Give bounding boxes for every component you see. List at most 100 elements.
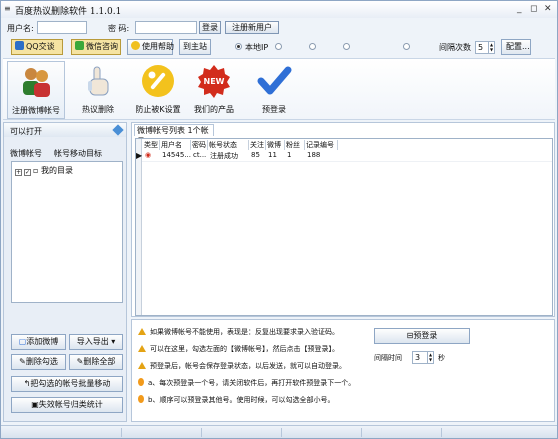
bulb-icon <box>131 41 140 50</box>
close-icon[interactable]: ✕ <box>544 4 552 14</box>
eraser-icon: ✎ <box>19 357 26 366</box>
col-header-username[interactable]: 用户名 <box>160 140 191 150</box>
account-sidebar: 可以打开 微博帐号 帐号移动目标 + ✓ ▫ 我的目录 ▢添加微博 导入导出 ▾ ✎… <box>3 122 127 422</box>
help-label: 使用帮助 <box>142 42 174 51</box>
ribbon-prelogin-label: 预登录 <box>262 105 286 114</box>
radio-option-5[interactable] <box>403 43 410 50</box>
col-header-weibo[interactable]: 微博 <box>266 140 285 150</box>
ribbon-pre-login[interactable]: 预登录 <box>245 61 303 119</box>
radio-option-4[interactable] <box>343 43 350 50</box>
radio-option-3[interactable] <box>309 43 316 50</box>
toolbar: QQ交谈 微信咨询 使用帮助 到主站 本地IP 间隔次数 5 ▲ ▼ 配置... <box>3 37 555 57</box>
tree-checkbox[interactable]: ✓ <box>24 169 31 176</box>
ribbon-anti-k-settings[interactable]: 防止被K设置 <box>129 61 187 119</box>
tip-line-5: b、顺序可以预登录其他号。使用时候，可以勾选全部小号。 <box>138 395 334 405</box>
radio-local-ip[interactable] <box>235 43 242 50</box>
username-input[interactable] <box>37 21 87 34</box>
col-header-type[interactable]: 类型 <box>143 140 160 150</box>
spinner-arrows-icon[interactable]: ▲ ▼ <box>488 42 494 53</box>
password-input[interactable] <box>135 21 197 34</box>
tip-line-3: 预登录后，帐号会保存登录状态，以后发送，就可以自动登录。 <box>138 361 346 371</box>
username-label: 用户名: <box>7 24 34 33</box>
add-weibo-label: 添加微博 <box>26 337 59 346</box>
ribbon-our-products[interactable]: NEW 我们的产品 <box>185 61 243 119</box>
flame-icon <box>138 378 144 386</box>
title-bar: ≡ 百度热议删除软件 1.1.0.1 _ ◻ ✕ <box>1 1 557 18</box>
invalid-stats-button[interactable]: ▣失效帐号归类统计 <box>11 397 123 413</box>
app-menu-icon[interactable]: ≡ <box>4 4 11 13</box>
warning-icon <box>138 362 146 369</box>
config-button[interactable]: 配置... <box>501 39 531 55</box>
col-header-record-no[interactable]: 记录编号 <box>305 140 338 150</box>
status-segment <box>281 428 282 437</box>
main-site-label: 到主站 <box>183 42 207 51</box>
col-header-follow[interactable]: 关注 <box>249 140 266 150</box>
col-header-fans[interactable]: 粉丝 <box>285 140 305 150</box>
interval-time-unit: 秒 <box>438 354 445 362</box>
radio-option-2[interactable] <box>275 43 282 50</box>
tip-text-4: a、每次预登录一个号，请关闭软件后，再打开软件预登录下一个。 <box>148 379 356 387</box>
help-button[interactable]: 使用帮助 <box>127 39 174 55</box>
add-weibo-button[interactable]: ▢添加微博 <box>11 334 66 350</box>
cell-follow: 85 <box>251 151 260 159</box>
row-divider <box>142 161 552 162</box>
delete-all-label: 删除全部 <box>83 357 116 366</box>
interval-count-spinner[interactable]: 5 ▲ ▼ <box>475 41 495 54</box>
wechat-icon <box>75 41 84 50</box>
ribbon-anti-k-label: 防止被K设置 <box>135 105 181 114</box>
status-segment <box>361 428 362 437</box>
prelogin-button[interactable]: ⊟预登录 <box>374 328 470 344</box>
tree-node-my-directory[interactable]: + ✓ ▫ 我的目录 <box>15 165 73 176</box>
maximize-icon[interactable]: ◻ <box>530 4 537 14</box>
import-export-label: 导入导出 <box>76 337 109 346</box>
ribbon-register-accounts[interactable]: 注册微博帐号 <box>7 61 65 119</box>
login-button[interactable]: 登录 <box>199 21 221 34</box>
expand-icon[interactable]: + <box>15 169 22 176</box>
radio-local-ip-label: 本地IP <box>245 43 269 52</box>
qq-chat-label: QQ交谈 <box>26 42 55 51</box>
minimize-icon[interactable]: _ <box>517 4 522 14</box>
chevron-down-icon: ▾ <box>111 337 116 346</box>
account-grid: ▶ 类型 用户名 密码 帐号状态 关注 微博 粉丝 记录编号 ◉ 14545..… <box>135 138 553 316</box>
interval-time-spinner[interactable]: 3 ▲ ▼ <box>412 351 434 364</box>
tab-weibo-accounts[interactable]: 微博帐号 <box>10 148 42 159</box>
qq-icon <box>15 41 24 50</box>
window-title: 百度热议删除软件 1.1.0.1 <box>15 7 122 17</box>
weibo-type-icon: ◉ <box>145 151 152 159</box>
tip-text-1: 如果微博帐号不能使用，表现是：反复出现要求录入验证码。 <box>150 328 339 336</box>
spinner-arrows-icon[interactable]: ▲ ▼ <box>427 352 433 363</box>
tip-line-4: a、每次预登录一个号，请关闭软件后，再打开软件预登录下一个。 <box>138 378 355 388</box>
tab-account-list[interactable]: 微博帐号列表 1个帐号 <box>134 124 214 146</box>
ribbon-delete-label: 热议删除 <box>82 105 114 114</box>
users-icon <box>18 64 54 100</box>
wrench-icon <box>140 63 176 99</box>
register-button[interactable]: 注册新用户 <box>225 21 279 34</box>
qq-chat-button[interactable]: QQ交谈 <box>11 39 63 55</box>
cell-fans: 1 <box>287 151 292 159</box>
tab-move-target[interactable]: 帐号移动目标 <box>54 148 102 159</box>
status-segment <box>441 428 442 437</box>
prelogin-label: 预登录 <box>413 331 438 340</box>
gem-icon[interactable] <box>112 124 124 136</box>
tree-node-label: 我的目录 <box>40 166 73 175</box>
new-badge-icon: NEW <box>196 63 232 99</box>
tip-text-5: b、顺序可以预登录其他号。使用时候，可以勾选全部小号。 <box>148 396 335 404</box>
main-site-button[interactable]: 到主站 <box>179 39 211 55</box>
batch-move-button[interactable]: ↰把勾选的帐号批量移动 <box>11 376 123 392</box>
batch-move-label: 把勾选的帐号批量移动 <box>30 379 111 388</box>
tip-text-3: 预登录后，帐号会保存登录状态，以后发送，就可以自动登录。 <box>150 362 346 370</box>
import-export-button[interactable]: 导入导出 ▾ <box>69 334 123 350</box>
wechat-button[interactable]: 微信咨询 <box>71 39 121 55</box>
directory-tree: + ✓ ▫ 我的目录 <box>11 161 123 303</box>
password-label: 密 码: <box>108 24 130 33</box>
col-header-status[interactable]: 帐号状态 <box>208 140 249 150</box>
ribbon-delete-hot-topics[interactable]: 热议删除 <box>69 61 127 119</box>
delete-all-button[interactable]: ✎删除全部 <box>69 354 123 370</box>
interval-count-value: 5 <box>478 43 484 52</box>
cell-weibo: 11 <box>268 151 277 159</box>
col-header-password[interactable]: 密码 <box>191 140 208 150</box>
wechat-label: 微信咨询 <box>86 42 118 51</box>
folder-icon: ▫ <box>33 166 39 175</box>
tips-panel: 如果微博帐号不能使用，表现是：反复出现要求录入验证码。 可以在这里，勾选左面的【… <box>131 319 555 422</box>
delete-checked-button[interactable]: ✎删除勾选 <box>11 354 66 370</box>
